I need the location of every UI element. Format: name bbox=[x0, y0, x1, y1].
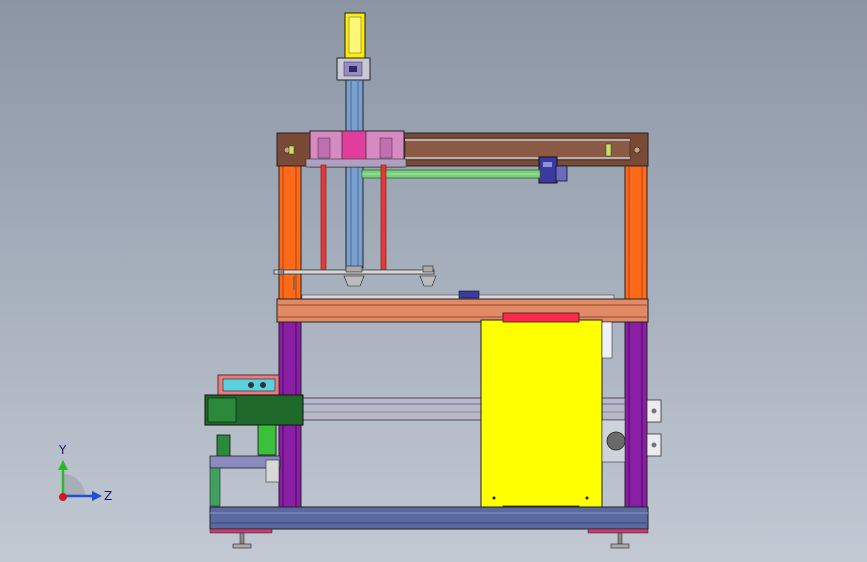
base-frame bbox=[209, 506, 649, 530]
upright-right-upper bbox=[624, 165, 648, 300]
y-axis-label: Y bbox=[58, 443, 67, 457]
work-table bbox=[276, 298, 649, 323]
cad-viewport[interactable]: Y Z bbox=[0, 0, 867, 562]
upright-right-lower bbox=[624, 321, 648, 508]
vertical-column bbox=[345, 79, 364, 269]
suction-cup bbox=[419, 265, 437, 287]
triad-origin bbox=[59, 493, 67, 501]
triad-quadrant-shading bbox=[63, 474, 85, 496]
z-axis-label: Z bbox=[104, 489, 112, 503]
right-bracket[interactable] bbox=[646, 399, 662, 457]
yellow-panel[interactable] bbox=[480, 312, 603, 516]
coordinate-triad: Y Z bbox=[58, 443, 112, 503]
red-rod-right bbox=[380, 164, 387, 272]
upright-left-upper bbox=[278, 165, 302, 300]
panel-top-red-clip bbox=[502, 312, 580, 323]
leveling-foot-left bbox=[232, 532, 252, 549]
leveling-foot-right bbox=[610, 532, 630, 549]
sensor-block[interactable] bbox=[538, 156, 558, 184]
red-rod-left bbox=[320, 164, 327, 272]
suction-cup bbox=[343, 265, 365, 287]
side-panel-right bbox=[601, 321, 613, 359]
table-small-part bbox=[458, 290, 480, 299]
